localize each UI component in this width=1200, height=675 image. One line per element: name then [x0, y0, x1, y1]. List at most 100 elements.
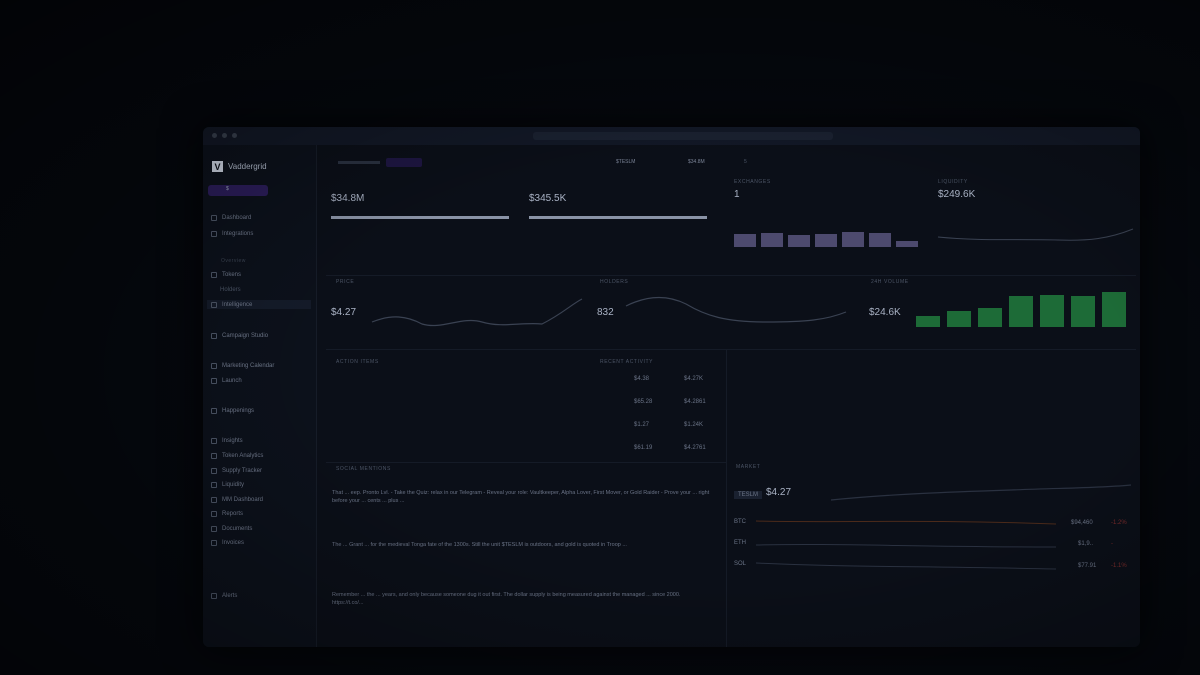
bell-icon [211, 592, 217, 599]
sidebar-item-label: Marketing Calendar [222, 362, 275, 369]
megaphone-icon [211, 332, 217, 339]
address-bar[interactable] [533, 132, 833, 140]
activity-value: $4.2761 [684, 445, 706, 451]
sidebar-item-supply-tracker[interactable]: Supply Tracker [211, 466, 262, 475]
exchange-bar [896, 241, 918, 247]
volume-value: $24.6K [869, 307, 901, 318]
sidebar-item-label: Invoices [222, 539, 245, 546]
supply-icon [211, 467, 217, 474]
window-controls[interactable] [212, 133, 237, 138]
sidebar-item-happenings[interactable]: Happenings [211, 406, 254, 415]
price-value: $4.27 [331, 307, 357, 318]
exchange-bar [734, 234, 756, 247]
exchange-bar [788, 235, 810, 247]
sidebar-item-insights[interactable]: Insights [211, 436, 243, 445]
holders-value: 832 [597, 307, 614, 318]
sidebar-item-label: Documents [222, 525, 253, 532]
market-change: -1.1% [1111, 563, 1127, 569]
token-label: $ [226, 186, 229, 192]
row-divider [326, 462, 726, 463]
market-chart [830, 484, 1132, 501]
mcap-chip: $34.8M [688, 159, 705, 165]
sidebar-item-liquidity[interactable]: Liquidity [211, 480, 244, 489]
sidebar-item-label: Campaign Studio [222, 332, 269, 339]
network-chip[interactable] [386, 158, 422, 167]
sidebar-item-integrations[interactable]: Integrations [211, 229, 253, 238]
sidebar-item-label: Happenings [222, 407, 255, 414]
sidebar-item-label: Reports [222, 510, 244, 517]
alert-counter[interactable]: 5 [744, 159, 747, 165]
rocket-icon [211, 407, 217, 414]
holders-chart [625, 296, 847, 323]
main-content: $34.8M $345.5K EXCHANGES 1 LIQUIDITY $24… [316, 179, 1140, 647]
sidebar-item-launch[interactable]: Launch [211, 376, 242, 385]
section-label: Overview [221, 258, 246, 264]
app-name: Vaddergrid [228, 162, 267, 171]
sidebar-item-label: Tokens [222, 271, 242, 278]
trend-icon [211, 362, 217, 369]
sidebar-item-label: Holders [220, 286, 241, 293]
social-post[interactable]: That ... eep. Pronto Lvl. - Take the Qui… [332, 489, 712, 505]
activity-amount: $4.38 [634, 376, 650, 382]
search-icon [211, 214, 217, 221]
social-mentions-label: SOCIAL MENTIONS [336, 466, 391, 472]
analytics-icon [211, 452, 217, 459]
sidebar-item-token-analytics[interactable]: Token Analytics [211, 451, 263, 460]
shield-icon [211, 437, 217, 444]
sidebar-item-label: Supply Tracker [222, 467, 263, 474]
sidebar-item-alerts[interactable]: Alerts [211, 591, 237, 600]
social-post[interactable]: Remember ... the ... years, and only bec… [332, 591, 712, 607]
app-window: V Vaddergrid $ Dashboard Integrations Ov… [203, 127, 1140, 647]
grid-icon [211, 230, 217, 237]
chart-icon [211, 301, 217, 308]
volume-bar [978, 308, 1002, 327]
sidebar-item-tokens[interactable]: Tokens [211, 270, 241, 279]
price-chart [371, 298, 583, 327]
market-price: $4.27 [766, 487, 792, 498]
volume-bar [1102, 292, 1126, 327]
ticker-label: $TESLM [616, 159, 636, 165]
exchanges-label: EXCHANGES [734, 179, 771, 185]
droplet-icon [211, 481, 217, 488]
sidebar-item-holders[interactable]: Holders [220, 285, 241, 294]
column-divider [726, 349, 727, 647]
sidebar-item-mm-dashboard[interactable]: MM Dashboard [211, 495, 263, 504]
sidebar-item-label: Intelligence [222, 301, 253, 308]
sidebar-item-reports[interactable]: Reports [211, 509, 243, 518]
top-bar: $TESLM $34.8M 5 [316, 145, 1140, 179]
sidebar-item-label: MM Dashboard [222, 496, 264, 503]
sidebar-item-invoices[interactable]: Invoices [211, 538, 244, 547]
exchange-bar [842, 232, 864, 247]
liquidity-value: $249.6K [938, 189, 976, 200]
fdv-value: $345.5K [529, 193, 567, 204]
sidebar-item-label: Launch [222, 377, 242, 384]
sidebar-item-label: Integrations [222, 230, 254, 237]
invoice-icon [211, 539, 217, 546]
document-icon [211, 525, 217, 532]
sidebar-item-label: Token Analytics [222, 452, 264, 459]
sidebar-item-marketing-calendar[interactable]: Marketing Calendar [211, 361, 274, 370]
market-pair-chip[interactable]: TESLM [734, 491, 763, 499]
sidebar-item-intelligence[interactable]: Intelligence [207, 300, 311, 309]
sidebar-item-label: Alerts [222, 592, 238, 599]
exchange-bar [815, 234, 837, 247]
sidebar-item-campaign-studio[interactable]: Campaign Studio [211, 331, 268, 340]
brand[interactable]: V Vaddergrid [212, 161, 267, 172]
sidebar-item-dashboard[interactable]: Dashboard [211, 213, 251, 222]
market-symbol: BTC [734, 519, 746, 525]
calendar-icon [211, 377, 217, 384]
liquidity-label: LIQUIDITY [938, 179, 968, 185]
activity-amount: $61.19 [634, 445, 653, 451]
social-post[interactable]: The ... Grant ... for the medieval Tonga… [332, 541, 712, 549]
token-icon [211, 271, 217, 278]
activity-amount: $65.28 [634, 399, 653, 405]
activity-value: $4.2861 [684, 399, 706, 405]
sidebar-item-documents[interactable]: Documents [211, 524, 252, 533]
liquidity-sparkline [937, 228, 1134, 241]
volume-bar [947, 311, 971, 327]
vaddergrid-logo-icon: V [212, 161, 223, 172]
market-value: $1,9.. [1078, 541, 1094, 547]
report-icon [211, 510, 217, 517]
market-value: $77.91 [1078, 563, 1097, 569]
token-selector[interactable]: $ [208, 185, 268, 196]
